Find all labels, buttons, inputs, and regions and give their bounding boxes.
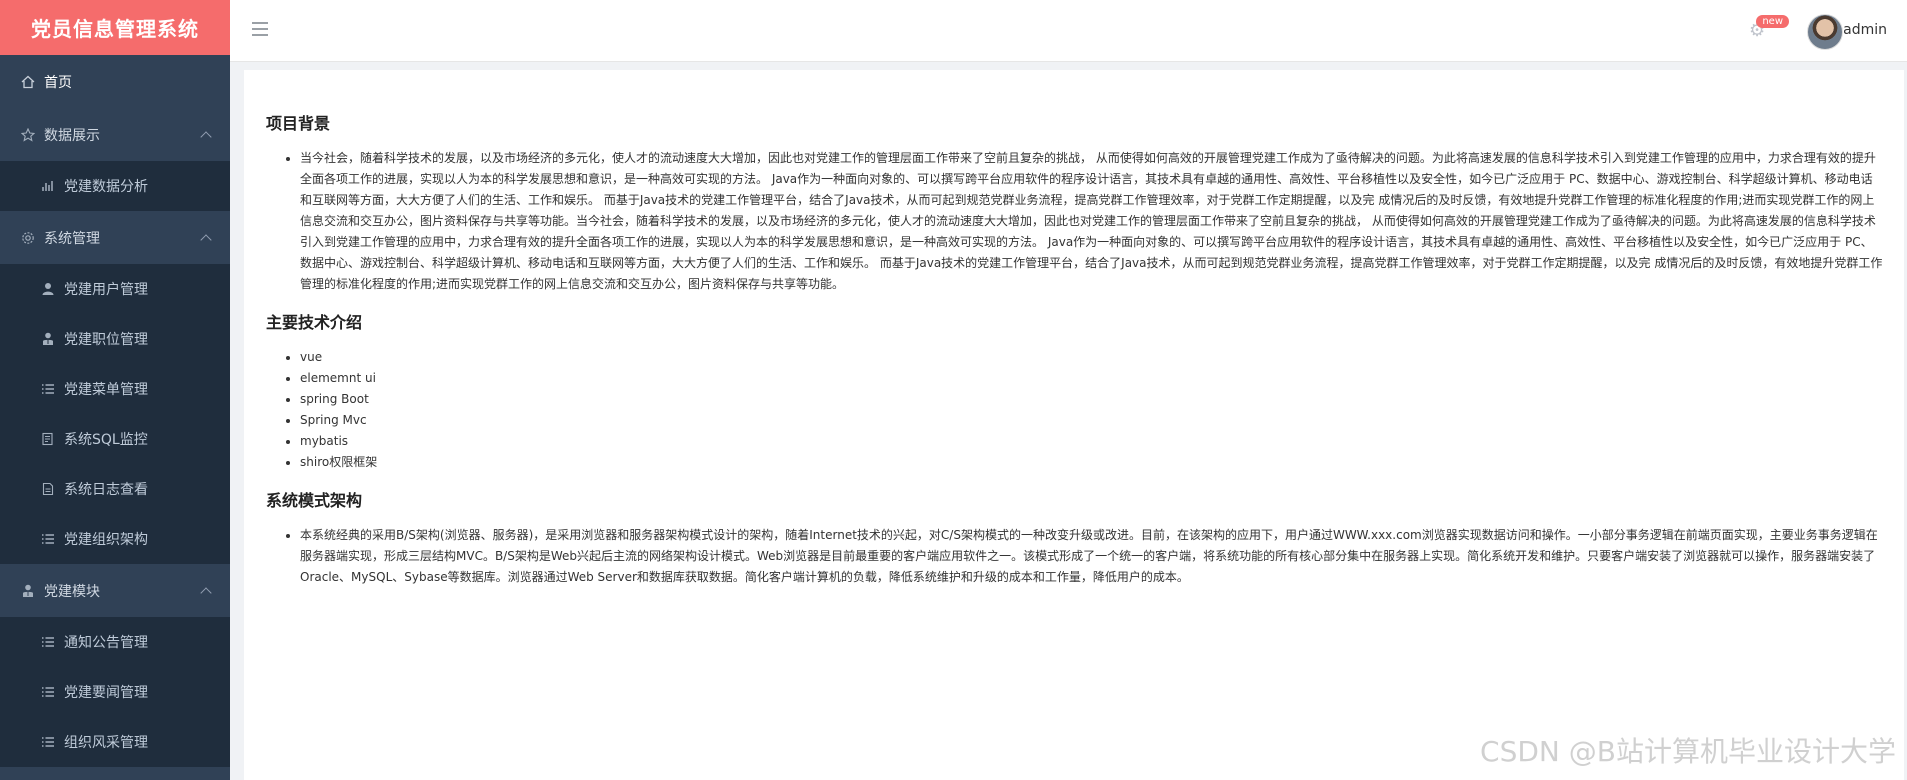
star-icon	[20, 127, 36, 143]
user-tie-icon	[20, 583, 36, 599]
sidebar-item-label: 首页	[44, 74, 72, 91]
sidebar-item-position-mgmt[interactable]: 党建职位管理	[0, 314, 230, 364]
sidebar-item-label: 系统SQL监控	[64, 432, 148, 448]
sidebar-item-label: 通知公告管理	[64, 635, 148, 651]
list-icon	[40, 531, 56, 547]
sidebar-item-org-structure[interactable]: 党建组织架构	[0, 514, 230, 564]
list-item: 当今社会，随着科学技术的发展，以及市场经济的多元化，使人才的流动速度大大增加，因…	[300, 148, 1884, 295]
sidebar-item-label: 系统日志查看	[64, 482, 148, 498]
sidebar-item-label: 党建组织架构	[64, 532, 148, 548]
sidebar-item-label: 党建要闻管理	[64, 685, 148, 701]
user-tie-icon	[40, 331, 56, 347]
sidebar-item-label: 党建菜单管理	[64, 382, 148, 398]
top-header: ⚙ new admin	[230, 0, 1907, 62]
list-item: Spring Mvc	[300, 410, 1884, 431]
sidebar-item-menu-mgmt[interactable]: 党建菜单管理	[0, 364, 230, 414]
sidebar-item-label: 党建用户管理	[64, 282, 148, 298]
list-icon	[40, 734, 56, 750]
watermark: CSDN @B站计算机毕业设计大学	[1480, 735, 1896, 768]
app-title: 党员信息管理系统	[0, 0, 230, 55]
list-item: mybatis	[300, 431, 1884, 452]
sidebar-item-label: 系统管理	[44, 230, 100, 247]
sidebar-item-label: 组织风采管理	[64, 735, 148, 751]
section-title-background: 项目背景	[266, 114, 331, 133]
sidebar: 党员信息管理系统 首页 数据展示 党建数据分析 系统管理 党建用户管理 党建职位…	[0, 0, 230, 780]
document-icon	[40, 481, 56, 497]
section-title-tech: 主要技术介绍	[266, 313, 363, 332]
sidebar-item-news-mgmt[interactable]: 党建要闻管理	[0, 667, 230, 717]
hamburger-icon[interactable]	[252, 22, 268, 36]
sidebar-group-data-display[interactable]: 数据展示	[0, 108, 230, 161]
sidebar-group-system[interactable]: 系统管理	[0, 211, 230, 264]
background-list: 当今社会，随着科学技术的发展，以及市场经济的多元化，使人才的流动速度大大增加，因…	[266, 148, 1884, 295]
gear-icon	[20, 230, 36, 246]
tech-list: vue elememnt ui spring Boot Spring Mvc m…	[266, 347, 1884, 473]
list-icon	[40, 381, 56, 397]
sidebar-group-party-module[interactable]: 党建模块	[0, 564, 230, 617]
monitor-icon	[40, 431, 56, 447]
username[interactable]: admin	[1843, 22, 1887, 38]
user-icon	[40, 281, 56, 297]
sidebar-item-label: 党建模块	[44, 583, 100, 600]
bar-chart-icon	[40, 178, 56, 194]
list-item: spring Boot	[300, 389, 1884, 410]
sidebar-item-log-view[interactable]: 系统日志查看	[0, 464, 230, 514]
sidebar-item-label: 数据展示	[44, 127, 100, 144]
list-item: vue	[300, 347, 1884, 368]
home-icon	[20, 74, 36, 90]
sidebar-item-sql-monitor[interactable]: 系统SQL监控	[0, 414, 230, 464]
avatar[interactable]	[1807, 14, 1843, 50]
list-item: 本系统经典的采用B/S架构(浏览器、服务器)，是采用浏览器和服务器架构模式设计的…	[300, 525, 1884, 588]
sidebar-item-style-mgmt[interactable]: 组织风采管理	[0, 717, 230, 767]
chevron-up-icon	[200, 586, 212, 599]
sidebar-item-notice-mgmt[interactable]: 通知公告管理	[0, 617, 230, 667]
chevron-up-icon	[200, 233, 212, 246]
list-icon	[40, 684, 56, 700]
list-icon	[40, 634, 56, 650]
list-item: elememnt ui	[300, 368, 1884, 389]
sidebar-item-data-analysis[interactable]: 党建数据分析	[0, 161, 230, 211]
chevron-up-icon	[200, 130, 212, 143]
list-item: shiro权限框架	[300, 452, 1884, 473]
architecture-list: 本系统经典的采用B/S架构(浏览器、服务器)，是采用浏览器和服务器架构模式设计的…	[266, 525, 1884, 588]
new-badge: new	[1756, 15, 1789, 28]
sidebar-item-label: 党建职位管理	[64, 332, 148, 348]
main-content: 项目背景 当今社会，随着科学技术的发展，以及市场经济的多元化，使人才的流动速度大…	[244, 70, 1904, 780]
sidebar-item-user-mgmt[interactable]: 党建用户管理	[0, 264, 230, 314]
sidebar-item-label: 党建数据分析	[64, 179, 148, 195]
sidebar-item-home[interactable]: 首页	[0, 55, 230, 108]
section-title-architecture: 系统模式架构	[266, 491, 363, 510]
